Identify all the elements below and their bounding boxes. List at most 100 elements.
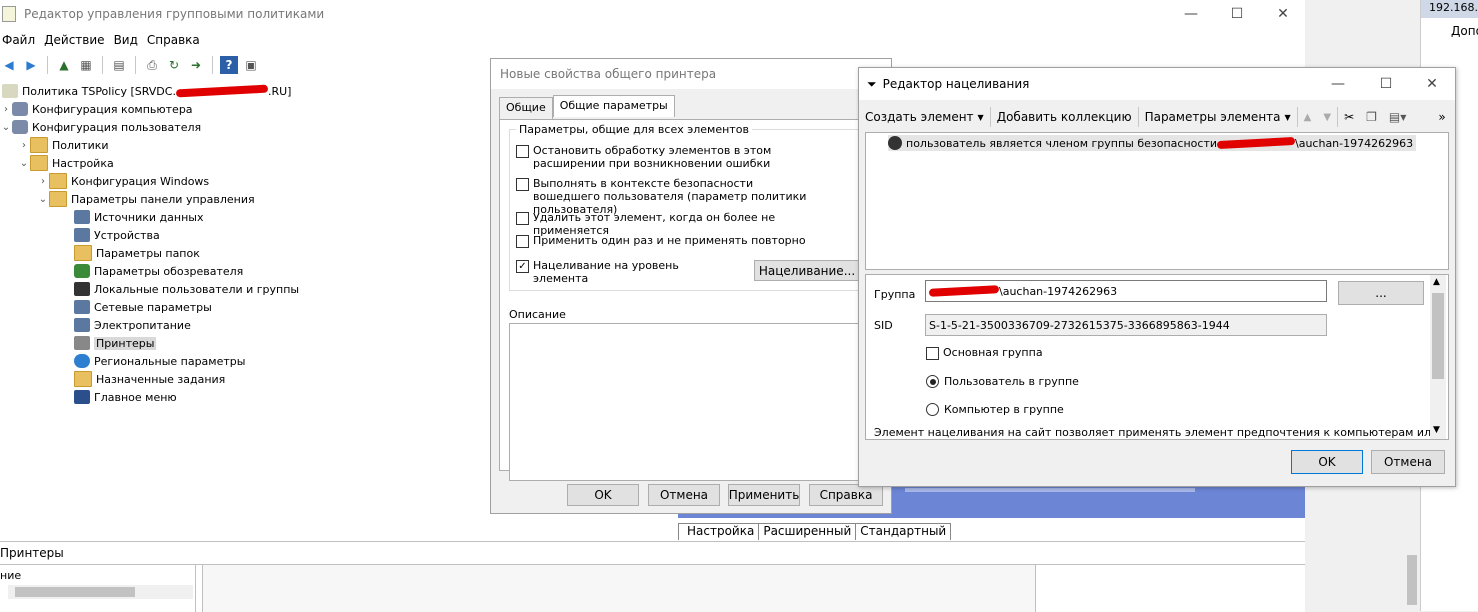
option-item-level-targeting[interactable]: ✓ Нацеливание на уровень элемента bbox=[516, 259, 736, 285]
tree-item-computer-config[interactable]: › Конфигурация компьютера bbox=[0, 100, 193, 118]
horizontal-scrollbar-thumb[interactable] bbox=[15, 587, 135, 597]
maximize-button[interactable]: ☐ bbox=[1214, 0, 1260, 28]
targeting-item[interactable]: пользователь является членом группы безо… bbox=[888, 135, 1417, 151]
targeting-close-button[interactable]: ✕ bbox=[1409, 70, 1455, 98]
tree-item-policies[interactable]: › Политики bbox=[18, 136, 109, 154]
radio-unselected[interactable] bbox=[926, 403, 939, 416]
scroll-down-icon[interactable]: ▼ bbox=[1433, 425, 1440, 435]
tree-item-start-menu[interactable]: Главное меню bbox=[74, 388, 177, 406]
chevron-right-icon[interactable]: › bbox=[37, 176, 49, 187]
move-down-icon[interactable]: ▼ bbox=[1317, 105, 1337, 129]
checkbox[interactable] bbox=[516, 145, 529, 158]
tree-item-preferences[interactable]: ⌄ Настройка bbox=[18, 154, 114, 172]
tab-preferences[interactable]: Настройка bbox=[678, 523, 760, 540]
cut-icon[interactable]: ✂ bbox=[1338, 105, 1360, 129]
primary-group-checkbox[interactable]: Основная группа bbox=[926, 346, 1043, 360]
tab-general[interactable]: Общие bbox=[499, 97, 553, 119]
computer-in-group-radio[interactable]: Компьютер в группе bbox=[926, 403, 1064, 416]
tree-item-windows-config[interactable]: › Конфигурация Windows bbox=[37, 172, 209, 190]
checkbox[interactable] bbox=[926, 347, 939, 360]
chevron-right-icon[interactable]: › bbox=[18, 140, 30, 151]
folder-icon bbox=[49, 173, 67, 189]
user-in-group-radio[interactable]: Пользователь в группе bbox=[926, 375, 1079, 388]
targeting-cancel-button[interactable]: Отмена bbox=[1371, 450, 1445, 474]
tree-item-regional-options[interactable]: Региональные параметры bbox=[74, 352, 245, 370]
help-icon[interactable]: ? bbox=[220, 56, 238, 74]
refresh-icon[interactable]: ↻ bbox=[165, 56, 183, 74]
group-input[interactable]: \auchan-1974262963 bbox=[925, 280, 1327, 302]
back-icon[interactable]: ◀ bbox=[0, 56, 18, 74]
status-text: Принтеры bbox=[0, 546, 64, 560]
menu-view[interactable]: Вид bbox=[112, 33, 145, 47]
sid-label: SID bbox=[874, 319, 893, 332]
tab-extended[interactable]: Расширенный bbox=[759, 523, 857, 540]
tree-item-power-options[interactable]: Электропитание bbox=[74, 316, 191, 334]
help-button[interactable]: Справка bbox=[809, 484, 883, 506]
cancel-button[interactable]: Отмена bbox=[648, 484, 720, 506]
tree-item-control-panel[interactable]: ⌄ Параметры панели управления bbox=[37, 190, 255, 208]
tree-item-policy[interactable]: Политика TSPolicy [SRVDC. .RU] bbox=[2, 82, 291, 100]
close-button[interactable]: ✕ bbox=[1260, 0, 1306, 28]
maximize-icon: ☐ bbox=[1379, 76, 1393, 92]
menu-help[interactable]: Справка bbox=[145, 33, 207, 47]
tab-common[interactable]: Общие параметры bbox=[552, 95, 675, 117]
power-options-icon bbox=[74, 318, 90, 332]
menu-action[interactable]: Действие bbox=[42, 33, 111, 47]
up-folder-icon[interactable]: ▲ bbox=[55, 56, 73, 74]
tree-item-printers[interactable]: Принтеры bbox=[74, 334, 157, 352]
tab-standard[interactable]: Стандартный bbox=[856, 523, 952, 540]
scrollbar-thumb[interactable] bbox=[1407, 555, 1417, 605]
chevron-down-icon[interactable]: ⌄ bbox=[37, 194, 49, 205]
radio-selected[interactable] bbox=[926, 375, 939, 388]
item-options-dropdown[interactable]: Параметры элемента ▼ bbox=[1139, 105, 1297, 129]
checkbox[interactable] bbox=[516, 178, 529, 191]
console-icon[interactable]: ▣ bbox=[242, 56, 260, 74]
show-tree-icon[interactable]: ▦ bbox=[77, 56, 95, 74]
checkbox[interactable] bbox=[516, 212, 529, 225]
browse-group-button[interactable]: ... bbox=[1338, 281, 1424, 305]
checkbox-checked[interactable]: ✓ bbox=[516, 260, 529, 273]
tree-item-folder-options[interactable]: Параметры папок bbox=[74, 244, 200, 262]
option-apply-once[interactable]: Применить один раз и не применять повтор… bbox=[516, 234, 846, 248]
properties-icon[interactable]: ▤ bbox=[110, 56, 128, 74]
tree-item-network-options[interactable]: Сетевые параметры bbox=[74, 298, 212, 316]
targeting-maximize-button[interactable]: ☐ bbox=[1363, 70, 1409, 98]
menu-file[interactable]: Файл bbox=[0, 33, 42, 47]
new-item-dropdown[interactable]: Создать элемент ▼ bbox=[859, 105, 990, 129]
tree-item-data-sources[interactable]: Источники данных bbox=[74, 208, 203, 226]
chevron-right-icon[interactable]: › bbox=[0, 104, 12, 115]
minimize-button[interactable]: — bbox=[1168, 0, 1214, 28]
option-stop-on-error[interactable]: Остановить обработку элементов в этом ра… bbox=[516, 144, 836, 170]
tree-item-user-config[interactable]: ⌄ Конфигурация пользователя bbox=[0, 118, 201, 136]
user-config-icon bbox=[12, 120, 28, 134]
checkbox[interactable] bbox=[516, 235, 529, 248]
tree-item-local-users[interactable]: Локальные пользователи и группы bbox=[74, 280, 299, 298]
scroll-up-icon[interactable]: ▲ bbox=[1433, 277, 1440, 287]
targeting-items-list: пользователь является членом группы безо… bbox=[865, 132, 1449, 270]
forward-icon[interactable]: ▶ bbox=[22, 56, 40, 74]
tree-item-internet-settings[interactable]: Параметры обозревателя bbox=[74, 262, 243, 280]
overflow-chevron-icon[interactable]: » bbox=[1432, 105, 1451, 129]
add-collection-button[interactable]: Добавить коллекцию bbox=[991, 105, 1138, 129]
tree-item-scheduled-tasks[interactable]: Назначенные задания bbox=[74, 370, 225, 388]
targeting-button[interactable]: Нацеливание... bbox=[754, 260, 860, 281]
result-pane-scrollbar[interactable] bbox=[905, 488, 1195, 492]
copy-icon[interactable]: ❐ bbox=[1360, 105, 1383, 129]
ok-button[interactable]: OK bbox=[567, 484, 639, 506]
targeting-ok-button[interactable]: OK bbox=[1291, 450, 1363, 474]
print-icon[interactable]: ⎙ bbox=[143, 56, 161, 74]
move-up-icon[interactable]: ▲ bbox=[1298, 105, 1318, 129]
export-icon[interactable]: ➜ bbox=[187, 56, 205, 74]
apply-button[interactable]: Применить bbox=[728, 484, 800, 506]
chevron-down-icon[interactable]: ⌄ bbox=[0, 122, 12, 133]
chevron-down-icon[interactable]: ⌄ bbox=[18, 158, 30, 169]
tree-item-devices[interactable]: Устройства bbox=[74, 226, 160, 244]
scrollbar-thumb[interactable] bbox=[1432, 293, 1444, 379]
maximize-icon: ☐ bbox=[1230, 6, 1244, 22]
paste-icon[interactable]: ▤ ▼ bbox=[1383, 105, 1413, 129]
targeting-minimize-button[interactable]: — bbox=[1315, 70, 1361, 98]
properties-scrollbar[interactable]: ▲ ▼ bbox=[1430, 275, 1446, 439]
description-textarea[interactable] bbox=[509, 323, 869, 481]
targeting-item-properties: Группа \auchan-1974262963 ... SID S-1-5-… bbox=[865, 274, 1449, 440]
sid-field[interactable]: S-1-5-21-3500336709-2732615375-336689586… bbox=[925, 314, 1327, 336]
